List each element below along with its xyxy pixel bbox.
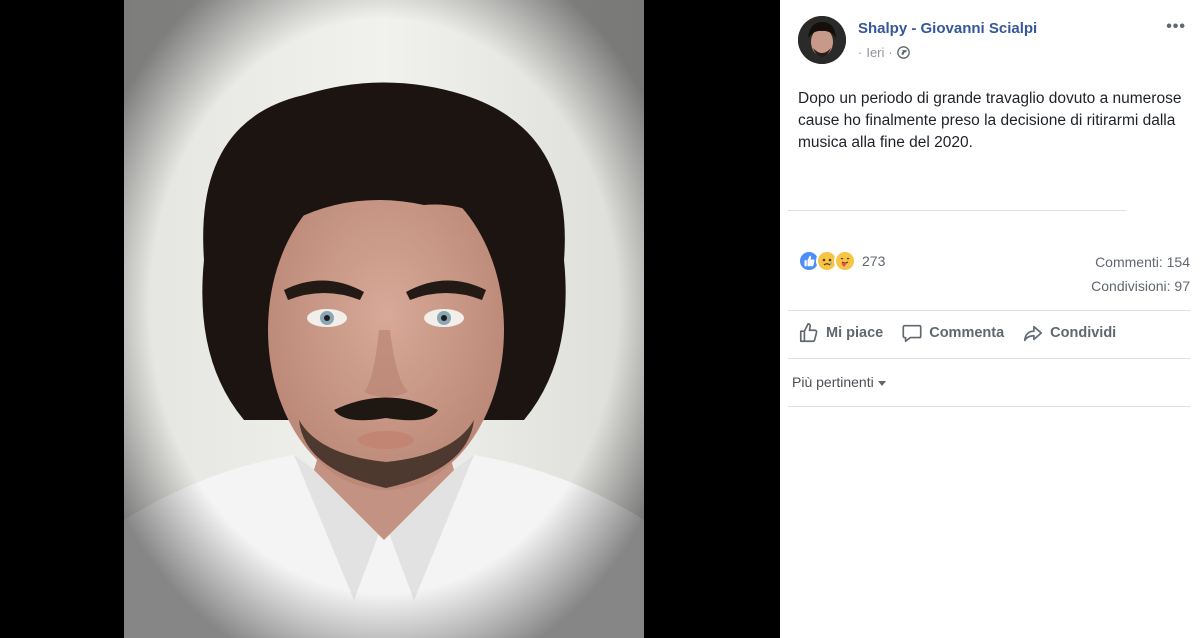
reactions-summary[interactable]: 273	[798, 250, 885, 272]
comments-count[interactable]: Commenti: 154	[1095, 254, 1190, 270]
post-text: Dopo un periodo di grande travaglio dovu…	[798, 90, 1182, 151]
divider	[788, 406, 1190, 407]
author-avatar[interactable]	[798, 16, 846, 64]
meta-separator: ·	[858, 45, 863, 60]
post-timestamp[interactable]: Ieri	[866, 45, 884, 60]
post-meta: · Ieri ·	[858, 45, 910, 60]
comment-button[interactable]: Commenta	[901, 322, 1004, 344]
share-button-label: Condividi	[1050, 325, 1117, 341]
author-name[interactable]: Shalpy - Giovanni Scialpi	[858, 20, 1037, 37]
comments-sort-dropdown[interactable]: Più pertinenti	[792, 374, 886, 390]
post-photo[interactable]	[124, 0, 644, 638]
care-reaction-icon	[834, 250, 856, 272]
divider	[788, 358, 1190, 359]
thumbs-up-icon	[799, 323, 818, 343]
more-options-icon[interactable]: •••	[1166, 18, 1186, 36]
post-side-panel: Shalpy - Giovanni Scialpi · Ieri · ••• D…	[780, 0, 1200, 638]
portrait-illustration	[124, 0, 644, 638]
reactions-count: 273	[862, 253, 886, 269]
globe-icon[interactable]	[896, 46, 910, 59]
divider	[788, 210, 1126, 211]
meta-separator-2: ·	[888, 45, 893, 60]
comment-icon	[902, 324, 922, 343]
share-button[interactable]: Condividi	[1022, 322, 1116, 344]
comment-button-label: Commenta	[929, 325, 1005, 341]
post-actions: Mi piace Commenta Condividi	[798, 322, 1116, 344]
like-button-label: Mi piace	[826, 325, 884, 341]
share-icon	[1024, 325, 1043, 342]
divider	[788, 310, 1190, 311]
comments-sort-label: Più pertinenti	[792, 374, 874, 390]
shares-count[interactable]: Condivisioni: 97	[1091, 278, 1190, 294]
photo-viewer	[0, 0, 780, 638]
like-button[interactable]: Mi piace	[798, 322, 883, 344]
caret-down-icon	[877, 380, 886, 386]
